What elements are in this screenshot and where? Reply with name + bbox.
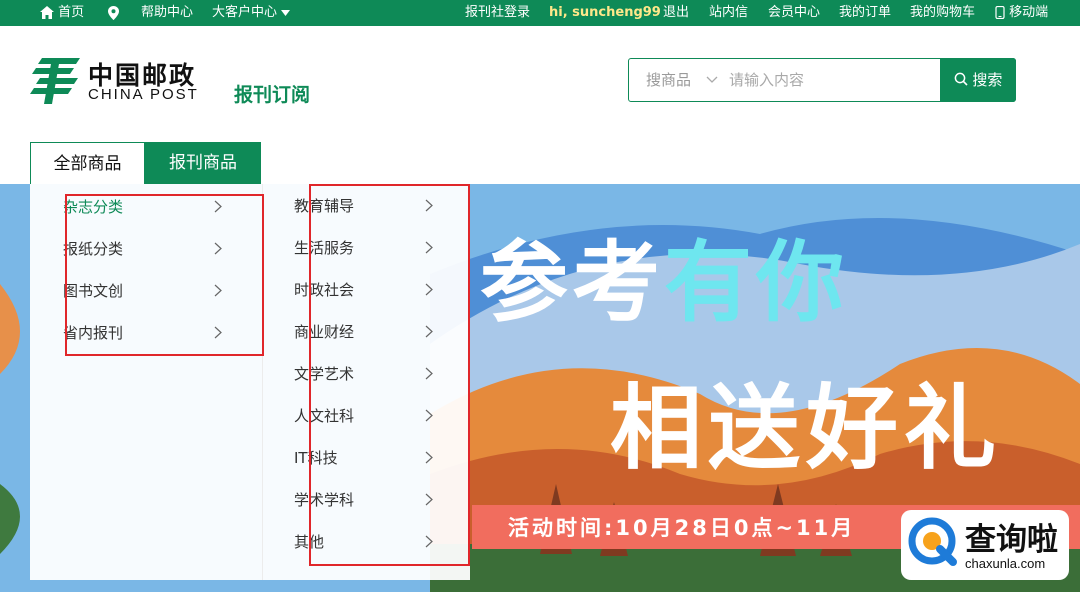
- search-category-select[interactable]: 搜商品: [646, 59, 691, 101]
- banner-headline-2: 相送好礼: [610, 375, 1003, 482]
- caret-down-icon: [281, 9, 291, 16]
- mobile-icon: [995, 6, 1005, 19]
- vip-center-label: 大客户中心: [212, 5, 278, 20]
- banner-headline-1b: 有你: [664, 231, 849, 334]
- china-post-logo[interactable]: 中国邮政 CHINA POST: [30, 56, 210, 106]
- messages-link[interactable]: 站内信: [709, 0, 748, 26]
- search-bar: 搜商品 搜索: [628, 58, 1016, 102]
- highlight-box-level2: [309, 184, 470, 566]
- watermark-chinese-text: 查询啦: [965, 522, 1058, 558]
- search-button-label: 搜索: [972, 71, 1003, 89]
- china-post-emblem-icon: [30, 58, 80, 104]
- search-icon: [954, 72, 968, 86]
- home-label: 首页: [58, 5, 85, 20]
- banner-headline-1a: 参考: [480, 231, 665, 334]
- search-input[interactable]: [729, 65, 934, 95]
- mobile-label: 移动端: [1009, 5, 1049, 20]
- tab-all-products[interactable]: 全部商品: [30, 142, 145, 184]
- vip-center-link[interactable]: 大客户中心: [212, 0, 291, 26]
- banner-date-text: 活动时间:10月28日0点~11月: [508, 516, 856, 540]
- member-center-link[interactable]: 会员中心: [768, 0, 820, 26]
- top-bar: 首页 帮助中心 大客户中心 报刊社登录 hi, suncheng99 退出 站内…: [0, 0, 1080, 26]
- user-greeting: hi, suncheng99: [549, 5, 661, 20]
- logo-english-text: CHINA POST: [88, 86, 199, 103]
- watermark-english-text: chaxunla.com: [965, 556, 1046, 571]
- chevron-down-icon[interactable]: [705, 72, 719, 86]
- help-center-link[interactable]: 帮助中心: [141, 0, 193, 26]
- page-subtitle: 报刊订阅: [234, 84, 311, 106]
- watermark-logo-icon: [908, 517, 957, 566]
- my-cart-link[interactable]: 我的购物车: [910, 0, 975, 26]
- banner-headline-1: 参考有你: [480, 212, 848, 339]
- publisher-login-link[interactable]: 报刊社登录: [465, 0, 530, 26]
- site-watermark: 查询啦 chaxunla.com: [901, 510, 1069, 580]
- search-button[interactable]: 搜索: [940, 58, 1016, 102]
- home-link[interactable]: 首页: [40, 0, 84, 26]
- logout-link[interactable]: 退出: [663, 0, 689, 26]
- highlight-box-level1: [65, 194, 264, 356]
- home-icon: [40, 6, 54, 19]
- my-orders-link[interactable]: 我的订单: [839, 0, 891, 26]
- mobile-link[interactable]: 移动端: [995, 0, 1048, 26]
- tab-periodical-products[interactable]: 报刊商品: [145, 142, 261, 184]
- location-icon[interactable]: [108, 0, 119, 26]
